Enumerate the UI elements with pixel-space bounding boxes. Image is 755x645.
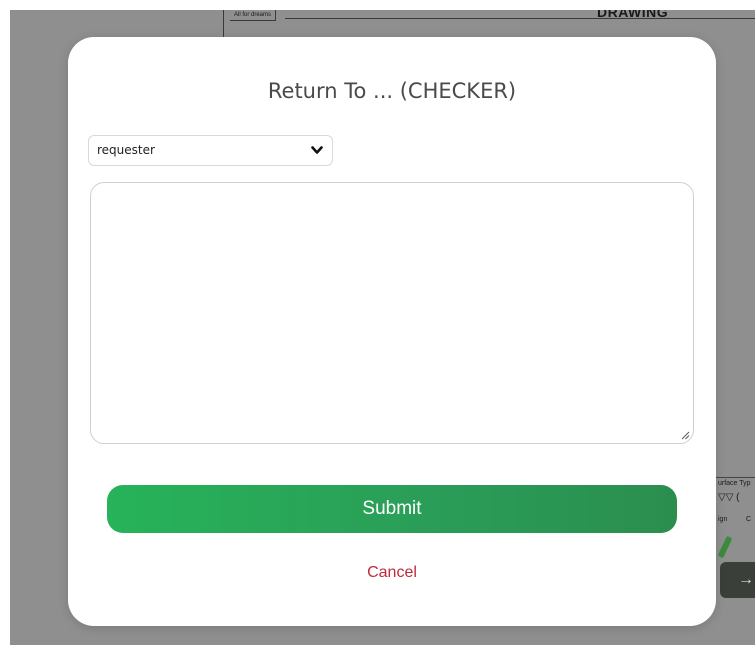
title-block-surface-type: urface Typ (718, 480, 751, 487)
title-block-col: C (746, 516, 752, 523)
checkmark-icon (717, 535, 733, 559)
return-to-select[interactable]: requester (88, 135, 333, 166)
cancel-button[interactable]: Cancel (68, 564, 716, 582)
select-value: requester (97, 143, 155, 157)
drawing-rule (285, 18, 755, 19)
drawing-title: DRAWING (597, 10, 669, 20)
drawing-note: All for dreams (230, 10, 277, 21)
comment-textarea[interactable] (90, 182, 694, 444)
resize-handle-icon[interactable] (680, 430, 690, 440)
drawing-title-block: urface Typ ▽▽ ( ign C (715, 477, 755, 568)
submit-button[interactable]: Submit (107, 485, 677, 533)
chevron-down-icon (311, 146, 323, 154)
title-block-symbol: ▽▽ ( (718, 492, 740, 503)
drawing-sheet-edge (223, 10, 755, 40)
return-to-dialog: Return To ... (CHECKER) requester Submit… (68, 37, 716, 626)
dialog-title: Return To ... (CHECKER) (267, 79, 517, 103)
arrow-right-icon[interactable]: → (720, 562, 755, 598)
title-block-sign: ign (718, 516, 728, 523)
